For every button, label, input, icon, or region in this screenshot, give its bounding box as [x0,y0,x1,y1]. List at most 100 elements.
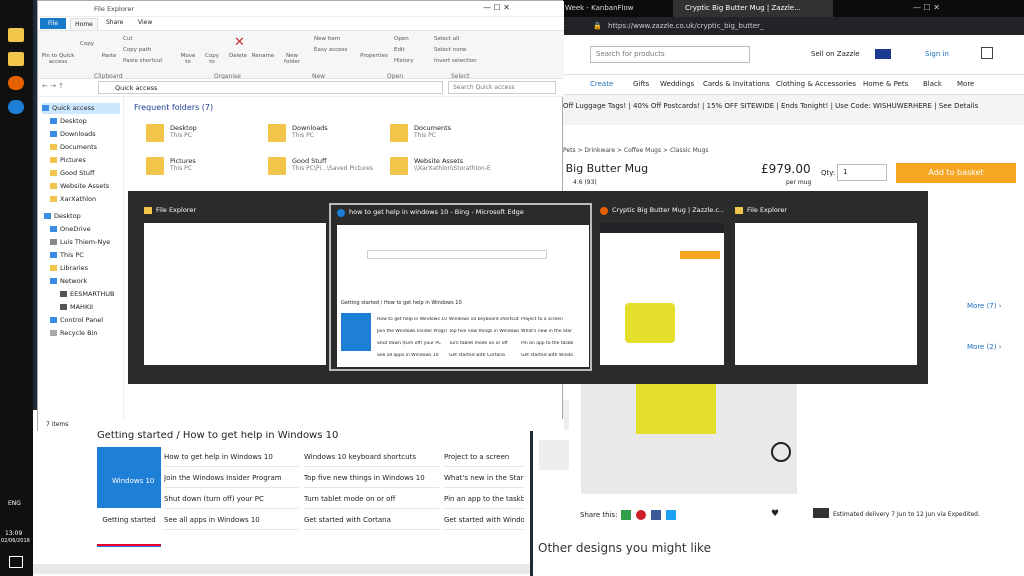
folder-item[interactable]: Downloads This PC [268,122,388,152]
help-link[interactable]: Pin an app to the taskb [444,489,524,509]
section-header[interactable]: Frequent folders (7) [134,103,213,112]
nav-item[interactable]: Network [50,276,87,287]
nav-item[interactable]: XarXathlon [50,194,96,205]
copy-button[interactable]: Copy [78,41,96,47]
nav-item[interactable]: Pictures [50,155,86,166]
clock-time[interactable]: 13:09 [5,530,22,537]
easy-access-button[interactable]: Easy access [314,47,347,53]
folder-item[interactable]: Documents This PC [390,122,510,152]
nav-item[interactable]: Control Panel [50,315,103,326]
edge-icon[interactable] [8,100,24,114]
tile-label[interactable]: Getting started [97,508,161,546]
move-to-button[interactable]: Move to [178,53,198,65]
nav-item[interactable]: Luis Thiem-Nye [50,237,110,248]
nav-item[interactable]: EESMARTHUB [60,289,115,300]
nav-cards[interactable]: Cards & Invitations [703,80,770,88]
help-link[interactable]: Top five new things in Windows 10 [304,468,439,488]
cut-button[interactable]: Cut [123,36,132,42]
more-options-1[interactable]: More (7) › [967,302,1002,310]
help-link[interactable]: Get started with Windo [444,510,524,530]
folder-item[interactable]: Pictures This PC [146,155,266,185]
nav-item[interactable]: Recycle Bin [50,328,97,339]
zoom-icon[interactable] [771,442,791,462]
back-forward-icons[interactable]: ← → ↑ [42,82,64,90]
nav-item[interactable]: Libraries [50,263,88,274]
select-all-button[interactable]: Select all [434,36,459,42]
copy-to-button[interactable]: Copy to [202,53,222,65]
flag-icon[interactable] [875,49,891,59]
nav-more[interactable]: More [957,80,974,88]
help-link[interactable]: Join the Windows Insider Program [164,468,299,488]
switcher-item-selected[interactable]: how to get help in windows 10 - Bing - M… [329,203,592,371]
tab-share[interactable]: Share [106,19,123,26]
properties-button[interactable]: Properties [360,53,388,59]
nav-item[interactable]: Website Assets [50,181,109,192]
add-to-basket-button[interactable]: Add to basket [896,163,1016,183]
nav-gifts[interactable]: Gifts [633,80,649,88]
nav-black[interactable]: Black [923,80,942,88]
tab-zazzle[interactable]: Cryptic Big Butter Mug | Zazzle... [673,0,833,17]
nav-item[interactable]: Downloads [50,129,96,140]
nav-item[interactable]: Desktop [50,116,87,127]
nav-weddings[interactable]: Weddings [660,80,694,88]
tab-home[interactable]: Home [70,18,98,30]
nav-item[interactable]: OneDrive [50,224,91,235]
thumbnail[interactable] [539,440,569,470]
rating[interactable]: 4.6 (93) [573,179,597,186]
notification-icon[interactable] [9,556,23,568]
delete-button[interactable]: Delete [228,53,248,59]
url-bar[interactable]: https://www.zazzle.co.uk/cryptic_big_but… [608,17,763,35]
select-none-button[interactable]: Select none [434,47,466,53]
nav-quick-access[interactable]: Quick access [42,103,120,114]
nav-item[interactable]: Desktop [44,211,81,222]
language-indicator[interactable]: ENG [8,500,21,507]
window-controls[interactable]: — ☐ ✕ [913,3,1003,14]
wishlist-icon[interactable]: ♥ [771,509,795,519]
invert-selection-button[interactable]: Invert selection [434,58,477,64]
product-image[interactable] [581,384,797,494]
help-link[interactable]: Shut down (turn off) your PC [164,489,299,509]
tab-kanbanflow[interactable]: Week - KanbanFlow [553,0,683,17]
window-controls[interactable]: — ☐ ✕ [483,3,563,12]
file-explorer-icon[interactable] [8,52,24,66]
nav-item[interactable]: MAHKII [60,302,93,313]
switcher-item[interactable]: Cryptic Big Butter Mug | Zazzle.c... [594,203,726,371]
help-link[interactable]: What's new in the Star [444,468,524,488]
clock-date[interactable]: 02/06/2018 [1,538,30,544]
history-button[interactable]: History [394,58,414,64]
signin-link[interactable]: Sign in [925,50,949,58]
search-input[interactable]: Search Quick access [448,81,556,94]
nav-item[interactable]: Good Stuff [50,168,94,179]
new-item-button[interactable]: New item [314,36,340,42]
copy-path-button[interactable]: Copy path [123,47,151,53]
rename-button[interactable]: Rename [250,53,276,59]
pin-button[interactable]: Pin to Quick access [40,53,76,65]
sell-link[interactable]: Sell on Zazzle [811,50,860,58]
folder-item[interactable]: Good Stuff This PC\Pi...\Saved Pictures [268,155,388,185]
help-link[interactable]: Get started with Cortana [304,510,439,530]
help-link[interactable]: Windows 10 keyboard shortcuts [304,447,439,467]
paste-button[interactable]: Paste [100,53,118,59]
breadcrumb[interactable]: Pets > Drinkware > Coffee Mugs > Classic… [563,147,709,154]
edit-button[interactable]: Edit [394,47,405,53]
nav-create[interactable]: Create [590,80,613,88]
search-input[interactable]: Search for products [590,46,750,63]
file-explorer-icon[interactable] [8,28,24,42]
tab-file[interactable]: File [40,18,66,29]
address-bar[interactable]: Quick access [98,81,443,94]
open-button[interactable]: Open [394,36,409,42]
more-options-2[interactable]: More (2) › [967,343,1002,351]
paste-shortcut-button[interactable]: Paste shortcut [123,58,162,64]
nav-item[interactable]: This PC [50,250,84,261]
help-link[interactable]: See all apps in Windows 10 [164,510,299,530]
scrollbar[interactable] [33,564,530,574]
new-folder-button[interactable]: New folder [282,53,302,65]
help-link[interactable]: How to get help in Windows 10 [164,447,299,467]
help-link[interactable]: Turn tablet mode on or off [304,489,439,509]
switcher-item[interactable]: File Explorer [729,203,922,371]
help-link[interactable]: Project to a screen [444,447,524,467]
cart-icon[interactable] [981,47,993,59]
folder-item[interactable]: Desktop This PC [146,122,266,152]
switcher-item[interactable]: File Explorer [138,203,331,371]
share-icons[interactable] [621,510,693,520]
